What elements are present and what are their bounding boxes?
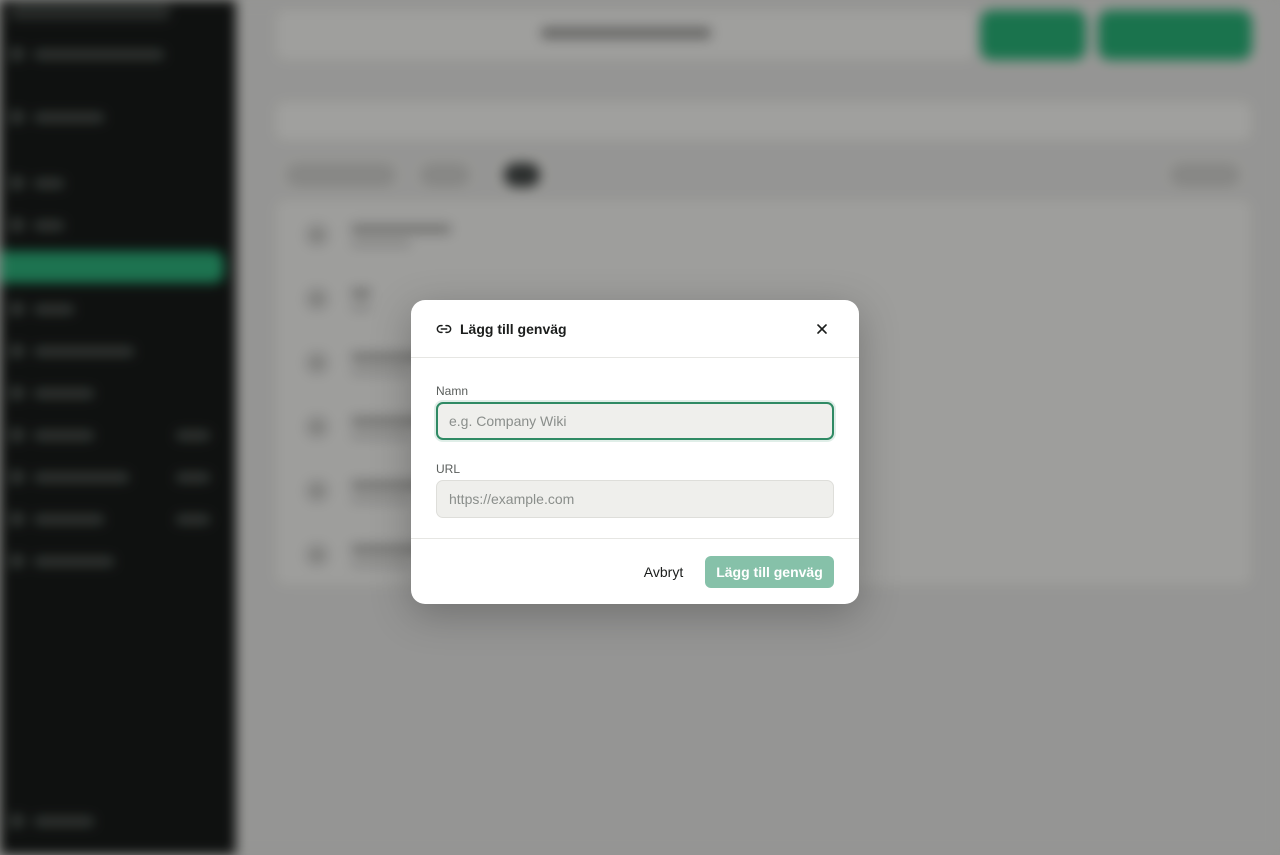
add-shortcut-dialog: Lägg till genväg Namn URL Avbryt Lägg ti… [411, 300, 859, 604]
dialog-footer: Avbryt Lägg till genväg [411, 538, 859, 604]
close-icon [817, 324, 827, 334]
close-button[interactable] [811, 318, 833, 340]
cancel-button[interactable]: Avbryt [631, 556, 696, 588]
name-field-label: Namn [436, 384, 469, 398]
url-input[interactable] [436, 480, 834, 518]
url-field-label: URL [436, 462, 461, 476]
name-input[interactable] [436, 402, 834, 440]
dialog-title: Lägg till genväg [460, 321, 567, 337]
dialog-header: Lägg till genväg [411, 300, 859, 358]
link-icon [436, 321, 452, 337]
add-shortcut-button[interactable]: Lägg till genväg [705, 556, 834, 588]
